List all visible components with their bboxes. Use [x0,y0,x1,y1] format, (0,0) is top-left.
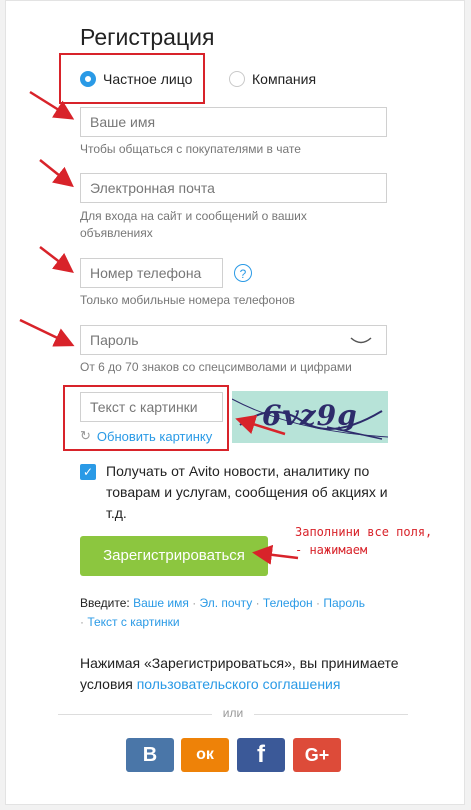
separator-dot: · [192,596,200,610]
terms-link[interactable]: пользовательского соглашения [137,676,341,692]
password-placeholder: Пароль [90,332,139,348]
password-hint: От 6 до 70 знаков со спецсимволами и циф… [80,360,352,374]
email-hint-line2: объявлениях [80,226,153,240]
google-plus-button[interactable]: G+ [293,738,341,772]
enter-link-name[interactable]: Ваше имя [133,596,189,610]
captcha-input[interactable]: Текст с картинки [80,392,223,422]
radio-unselected-icon [229,71,245,87]
facebook-icon: f [257,741,265,768]
terms-text: Нажимая «Зарегистрироваться», вы принима… [80,653,420,695]
refresh-captcha-link[interactable]: ↻ Обновить картинку [80,428,212,444]
radio-company-label: Компания [252,71,317,87]
vk-icon: B [142,744,158,766]
captcha-text: 6vz9g [262,399,358,432]
facebook-button[interactable]: f [237,738,285,772]
refresh-icon: ↻ [80,428,91,443]
vk-button[interactable]: B [126,738,174,772]
enter-hint-prefix: Введите: [80,596,130,610]
phone-hint: Только мобильные номера телефонов [80,293,295,307]
separator-dot: · [255,596,263,610]
enter-hint: Введите: Ваше имя · Эл. почту · Телефон … [80,594,380,632]
radio-private-person[interactable]: Частное лицо [80,71,192,87]
phone-help-icon[interactable]: ? [234,264,252,282]
radio-private-person-label: Частное лицо [103,71,193,87]
annotation-line1: Заполнини все поля, [295,525,433,539]
show-password-icon[interactable] [350,337,372,345]
register-button[interactable]: Зарегистрироваться [80,536,268,576]
email-input[interactable]: Электронная почта [80,173,387,203]
or-label: или [212,706,254,720]
page-title: Регистрация [80,24,215,50]
radio-selected-icon [80,71,96,87]
enter-link-password[interactable]: Пароль [323,596,365,610]
odnoklassniki-button[interactable]: ок [181,738,229,772]
odnoklassniki-icon: ок [196,746,214,763]
password-input[interactable]: Пароль [80,325,387,355]
newsletter-checkbox[interactable]: ✓ [80,464,96,480]
enter-link-phone[interactable]: Телефон [263,596,313,610]
name-hint: Чтобы общаться с покупателями в чате [80,142,301,156]
name-input[interactable]: Ваше имя [80,107,387,137]
google-plus-icon: G+ [304,745,330,765]
phone-input[interactable]: Номер телефона [80,258,223,288]
enter-link-captcha[interactable]: Текст с картинки [87,615,179,629]
enter-link-email[interactable]: Эл. почту [200,596,253,610]
refresh-captcha-label: Обновить картинку [96,428,213,444]
email-hint-line1: Для входа на сайт и сообщений о ваших [80,209,307,223]
captcha-image: 6vz9g [232,391,388,443]
newsletter-label: Получать от Avito новости, аналитику по … [106,463,388,521]
annotation-line2: - нажимаем [295,543,368,557]
radio-company[interactable]: Компания [229,71,316,87]
